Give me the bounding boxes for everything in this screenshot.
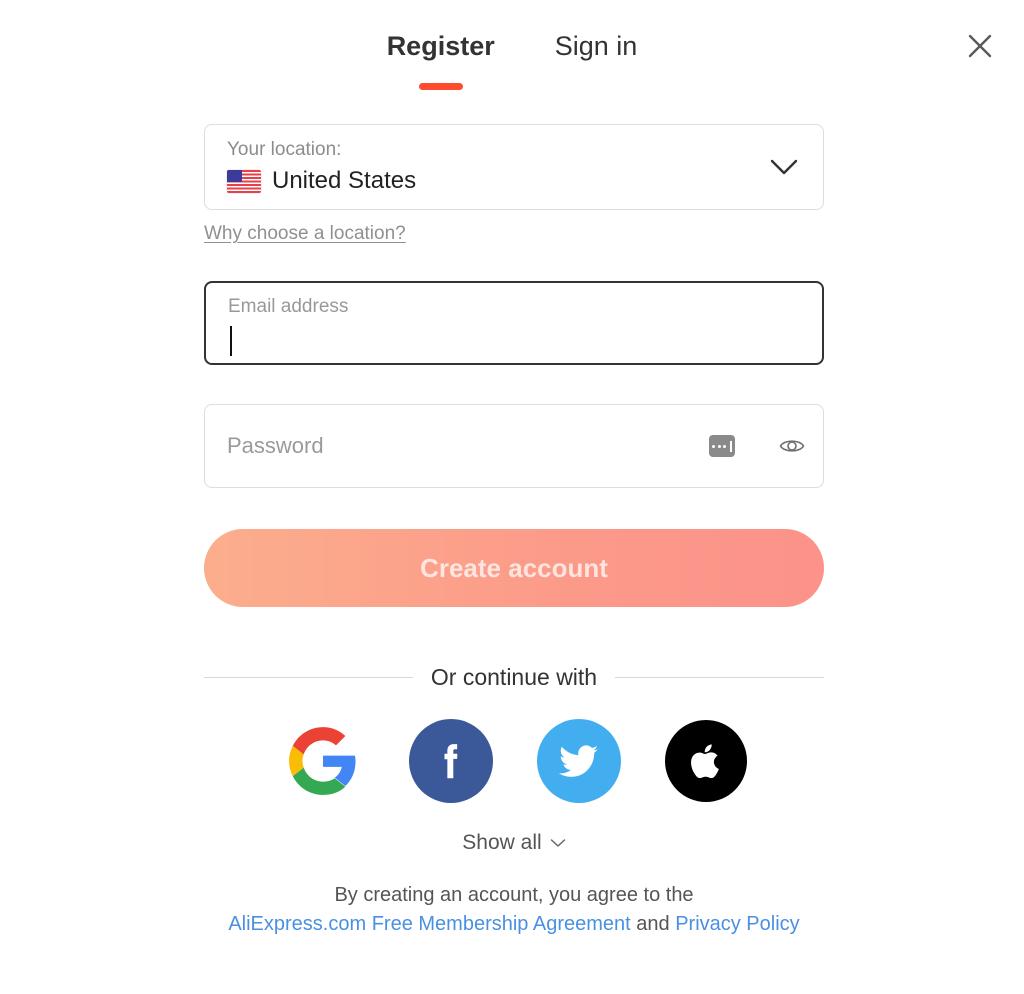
show-all-toggle[interactable]: Show all <box>204 831 824 855</box>
tab-register[interactable]: Register <box>385 26 497 90</box>
location-value: United States <box>227 166 803 196</box>
dot <box>723 444 727 448</box>
dot <box>717 444 721 448</box>
caret-bar <box>729 440 732 452</box>
password-manager-icon[interactable] <box>709 435 735 457</box>
tab-sign-in[interactable]: Sign in <box>553 26 640 66</box>
create-account-button[interactable]: Create account <box>204 529 824 607</box>
social-login-row <box>204 719 824 803</box>
facebook-icon <box>444 744 458 779</box>
show-all-label: Show all <box>462 831 542 854</box>
social-login-facebook[interactable] <box>409 719 493 803</box>
tab-register-label: Register <box>386 31 495 61</box>
create-account-label: Create account <box>420 552 608 583</box>
membership-agreement-link[interactable]: AliExpress.com Free Membership Agreement <box>228 913 630 935</box>
us-flag-icon <box>227 169 261 193</box>
eye-icon[interactable] <box>779 436 805 456</box>
apple-icon <box>691 744 719 779</box>
legal-line-2: AliExpress.com Free Membership Agreement… <box>204 910 824 939</box>
email-field-label: Email address <box>228 296 349 317</box>
text-cursor <box>230 326 232 356</box>
register-form: Your location: United States Why choose … <box>204 124 825 939</box>
divider-line-right <box>615 677 825 678</box>
password-field-icons <box>709 435 805 457</box>
active-tab-indicator <box>418 83 463 90</box>
password-field[interactable]: Password <box>204 404 824 488</box>
location-country-name: United States <box>272 167 417 194</box>
legal-text: By creating an account, you agree to the… <box>204 881 824 939</box>
google-icon <box>289 727 356 795</box>
social-divider: Or continue with <box>204 664 825 691</box>
auth-tab-bar: Register Sign in <box>0 26 1024 90</box>
legal-conjunction: and <box>630 913 676 935</box>
divider-line-left <box>204 677 413 678</box>
social-login-google[interactable] <box>281 719 365 803</box>
privacy-policy-link[interactable]: Privacy Policy <box>675 913 799 935</box>
location-label: Your location: <box>227 139 342 160</box>
password-placeholder: Password <box>227 433 324 458</box>
email-field[interactable]: Email address <box>204 281 824 365</box>
twitter-icon <box>558 745 599 777</box>
close-icon <box>968 34 992 58</box>
chevron-down-icon <box>550 839 565 847</box>
tab-sign-in-label: Sign in <box>554 31 638 61</box>
legal-line-1: By creating an account, you agree to the <box>334 884 694 906</box>
dot <box>712 444 716 448</box>
social-login-twitter[interactable] <box>537 719 621 803</box>
divider-label: Or continue with <box>430 664 598 690</box>
location-select[interactable]: Your location: United States <box>204 124 824 210</box>
close-button[interactable] <box>960 26 1000 66</box>
social-login-apple[interactable] <box>665 720 747 802</box>
why-choose-location-link[interactable]: Why choose a location? <box>204 223 406 245</box>
